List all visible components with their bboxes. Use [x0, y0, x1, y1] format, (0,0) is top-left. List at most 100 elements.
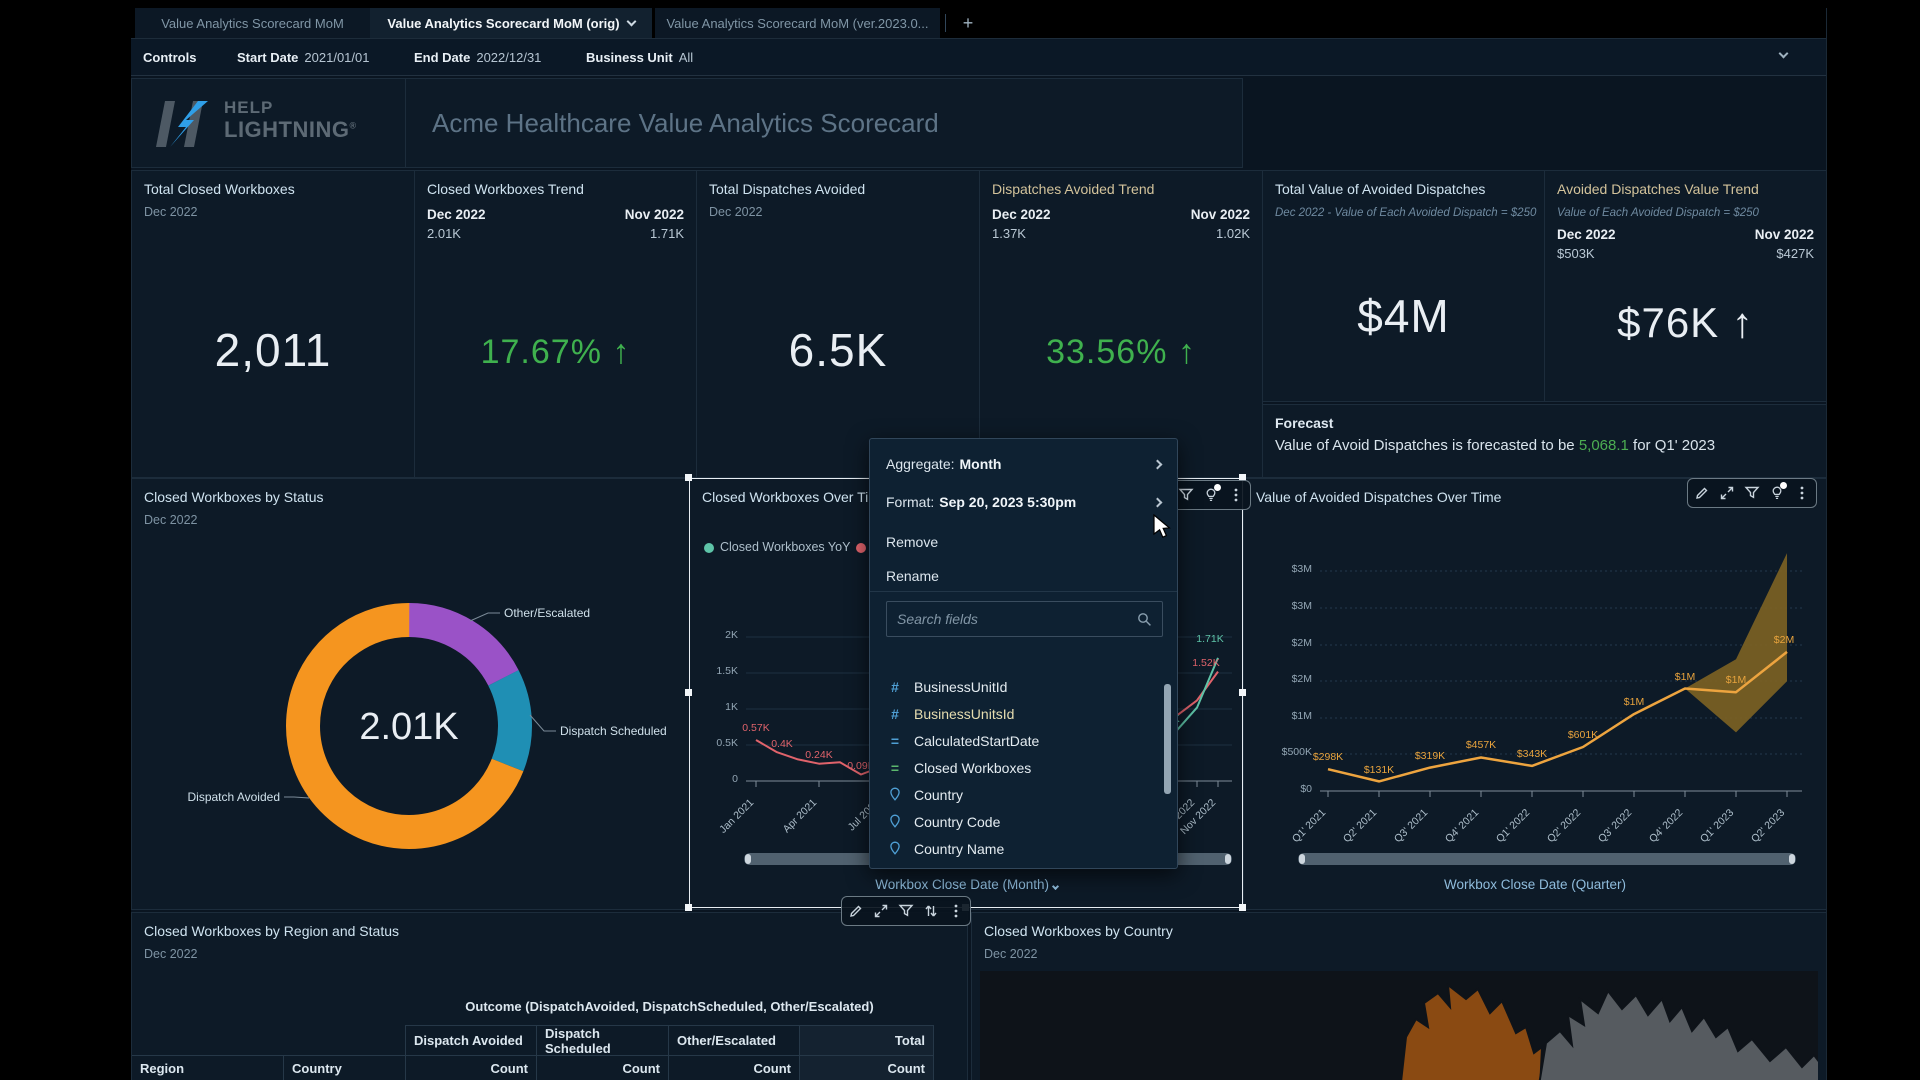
kpi-total-dispatches-avoided: Total Dispatches Avoided Dec 2022 6.5K [696, 170, 980, 478]
swap-axes-icon[interactable] [923, 903, 939, 919]
filter-icon[interactable] [1178, 487, 1194, 503]
y-tick: $3M [1250, 563, 1312, 575]
dashboard-app: Value Analytics Scorecard MoM Value Anal… [131, 8, 1827, 1080]
column-header-count: Count [799, 1055, 934, 1080]
resize-handle-sw[interactable] [685, 904, 692, 911]
resize-handle-nw[interactable] [685, 474, 692, 481]
mouse-cursor [1153, 514, 1172, 540]
tab-scorecard-mom-orig[interactable]: Value Analytics Scorecard MoM (orig) [370, 8, 652, 38]
tab-label: Value Analytics Scorecard MoM (orig) [387, 16, 619, 31]
filter-end-date[interactable]: End Date2022/12/31 [414, 50, 541, 65]
donut-label-other-escalated: Other/Escalated [504, 606, 590, 620]
chart-value-avoided-dispatches-over-time: Value of Avoided Dispatches Over Time [1243, 478, 1827, 910]
field-item-businessunitsid[interactable]: #BusinessUnitsId [870, 700, 1177, 727]
filter-start-date[interactable]: Start Date 2021/01/01 [237, 50, 370, 65]
chart-closed-workboxes-by-status: Closed Workboxes by Status Dec 2022 Othe… [131, 478, 690, 910]
maximize-icon[interactable] [1719, 485, 1735, 501]
column-header-count: Count [536, 1055, 668, 1080]
search-fields-box [886, 601, 1163, 637]
field-item-calculatedstartdate[interactable]: =CalculatedStartDate [870, 727, 1177, 754]
logo-cell: HELP LIGHTNING® [132, 79, 406, 167]
menu-item-rename[interactable]: Rename [870, 559, 1177, 593]
filter-value[interactable]: 2021/01/01 [304, 50, 369, 65]
dashboard-title: Acme Healthcare Value Analytics Scorecar… [432, 79, 939, 167]
chart-horizontal-scrollbar[interactable] [1298, 853, 1796, 865]
legend-dot-yoy[interactable] [704, 543, 714, 553]
legend-label-yoy[interactable]: Closed Workboxes YoY [720, 540, 850, 554]
menu-item-aggregate[interactable]: Aggregate:Month [870, 447, 1177, 481]
help-lightning-logo-icon [154, 101, 210, 147]
filter-label: Start Date [237, 50, 298, 65]
notification-dot [1214, 484, 1221, 491]
field-item-country-code[interactable]: Country Code [870, 808, 1177, 835]
kpi-current: Dec 20221.37K [992, 207, 1051, 241]
kpi-subtitle: Dec 2022 - Value of Each Avoided Dispatc… [1275, 207, 1536, 219]
chart-title: Closed Workboxes by Region and Status [144, 923, 399, 939]
visual-toolbar-value-chart [1687, 478, 1817, 508]
column-header-count: Count [668, 1055, 799, 1080]
field-item-desc[interactable]: Desc [870, 862, 1177, 869]
line-chart-plot-area[interactable]: $3M $3M $2M $2M $1M $500K $0 Q1' 2021 Q2… [1250, 533, 1822, 863]
y-tick: $1M [1250, 710, 1312, 722]
tab-separator [945, 14, 946, 32]
tab-scorecard-mom-ver[interactable]: Value Analytics Scorecard MoM (ver.2023.… [655, 8, 940, 38]
insights-icon[interactable] [1769, 485, 1785, 501]
resize-handle-se[interactable] [1239, 904, 1246, 911]
forecast-card: Forecast Value of Avoid Dispatches is fo… [1262, 404, 1827, 478]
chevron-down-icon[interactable] [626, 16, 636, 26]
add-sheet-button[interactable]: + [955, 8, 981, 38]
tab-scorecard-mom[interactable]: Value Analytics Scorecard MoM [135, 8, 370, 38]
collapse-controls-chevron-icon[interactable] [1779, 49, 1789, 59]
column-header-dispatch-scheduled: Dispatch Scheduled [536, 1025, 668, 1055]
kpi-subtitle: Value of Each Avoided Dispatch = $250 [1557, 207, 1759, 219]
donut-chart[interactable]: Other/Escalated Dispatch Scheduled Dispa… [132, 543, 690, 903]
kpi-subtitle: Dec 2022 [144, 205, 198, 219]
field-item-country[interactable]: Country [870, 781, 1177, 808]
menu-dots-icon[interactable] [1228, 487, 1244, 503]
insights-icon[interactable] [1203, 487, 1219, 503]
kpi-title: Closed Workboxes Trend [427, 181, 584, 197]
chart-subtitle: Dec 2022 [984, 947, 1038, 961]
menu-dots-icon[interactable] [948, 903, 964, 919]
menu-item-format[interactable]: Format:Sep 20, 2023 5:30pm [870, 485, 1177, 519]
x-axis-field-dropdown[interactable]: Workbox Close Date (Month) [690, 877, 1243, 892]
data-label: 0.24K [797, 749, 841, 761]
map-canvas[interactable] [980, 971, 1818, 1080]
field-item-businessunitid[interactable]: #BusinessUnitId [870, 673, 1177, 700]
field-item-country-name[interactable]: Country Name [870, 835, 1177, 862]
column-header-region: Region [132, 1055, 283, 1080]
filter-business-unit[interactable]: Business UnitAll [586, 50, 693, 65]
filter-value[interactable]: All [679, 50, 693, 65]
filter-icon[interactable] [1744, 485, 1760, 501]
menu-item-remove[interactable]: Remove [870, 525, 1177, 559]
filter-value[interactable]: 2022/12/31 [476, 50, 541, 65]
geo-pin-icon [888, 814, 902, 829]
submenu-chevron-icon [1153, 459, 1163, 469]
data-label: $1M [1714, 674, 1758, 686]
filter-icon[interactable] [898, 903, 914, 919]
pencil-icon[interactable] [1694, 485, 1710, 501]
kpi-previous: Nov 20221.71K [625, 207, 684, 241]
legend-dot-current[interactable] [856, 543, 866, 553]
resize-handle-w[interactable] [685, 689, 692, 696]
menu-scrollbar[interactable] [1164, 684, 1171, 794]
kpi-value: 2,011 [132, 323, 414, 377]
map-region-neighbors[interactable] [1538, 991, 1818, 1080]
kpi-dispatches-avoided-trend: Dispatches Avoided Trend Dec 20221.37K N… [979, 170, 1263, 478]
kpi-subtitle: Dec 2022 [709, 205, 763, 219]
resize-handle-e[interactable] [1239, 689, 1246, 696]
hash-icon: # [888, 679, 902, 695]
data-label: $131K [1357, 764, 1401, 776]
data-label: 1.52K [1184, 657, 1228, 669]
maximize-icon[interactable] [873, 903, 889, 919]
kpi-previous: Nov 2022$427K [1755, 227, 1814, 261]
calculated-field-icon: = [888, 760, 902, 776]
chart-title: Closed Workboxes by Country [984, 923, 1173, 939]
pencil-icon[interactable] [848, 903, 864, 919]
menu-dots-icon[interactable] [1794, 485, 1810, 501]
map-region-norway[interactable] [1400, 985, 1542, 1080]
search-fields-input[interactable] [887, 611, 1137, 627]
kpi-current: Dec 20222.01K [427, 207, 486, 241]
field-item-closed-workboxes[interactable]: =Closed Workboxes [870, 754, 1177, 781]
hash-icon: # [888, 706, 902, 722]
